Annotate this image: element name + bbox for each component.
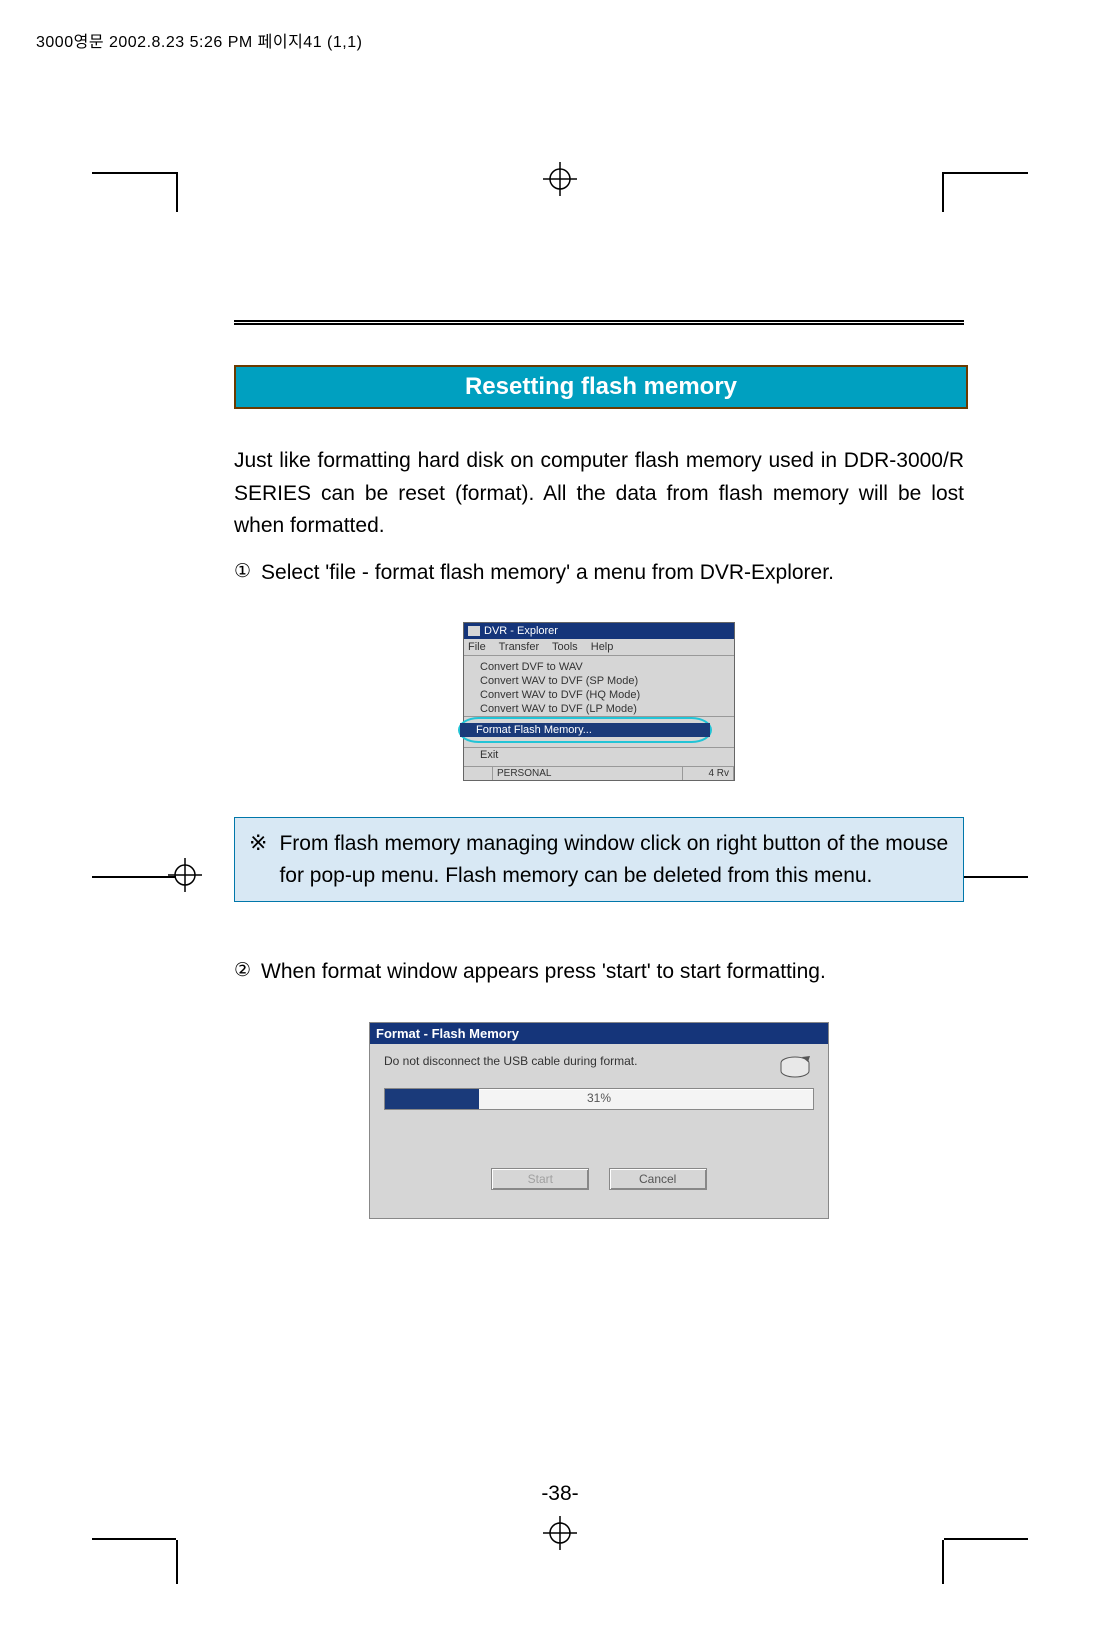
crop-mark bbox=[942, 1540, 944, 1584]
progress-percent: 31% bbox=[385, 1091, 813, 1105]
dialog-title: Format - Flash Memory bbox=[370, 1023, 828, 1044]
dialog-message: Do not disconnect the USB cable during f… bbox=[384, 1054, 814, 1068]
menu-help: Help bbox=[591, 641, 614, 653]
crop-mark bbox=[944, 172, 1028, 174]
cancel-button: Cancel bbox=[609, 1168, 707, 1190]
step-number-icon: ① bbox=[234, 557, 251, 589]
screenshot-format-dialog: Format - Flash Memory Do not disconnect … bbox=[369, 1022, 829, 1219]
crop-mark bbox=[92, 876, 176, 878]
page-content: Resetting flash memory Just like formatt… bbox=[234, 320, 964, 1219]
page-number: -38- bbox=[0, 1482, 1120, 1506]
dropdown-menu: Convert DVF to WAV Convert WAV to DVF (S… bbox=[464, 656, 734, 766]
horizontal-rule bbox=[234, 320, 964, 325]
crop-mark bbox=[92, 172, 176, 174]
crop-mark bbox=[944, 1538, 1028, 1540]
step-number-icon: ② bbox=[234, 956, 251, 988]
menu-item-format-flash: Format Flash Memory... bbox=[460, 723, 710, 737]
menu-transfer: Transfer bbox=[499, 641, 540, 653]
registration-mark-icon bbox=[168, 858, 202, 892]
highlight-oval: Format Flash Memory... bbox=[458, 717, 712, 743]
start-button: Start bbox=[491, 1168, 589, 1190]
disk-icon bbox=[778, 1055, 812, 1081]
note-box: ※ From flash memory managing window clic… bbox=[234, 817, 964, 902]
section-title: Resetting flash memory bbox=[465, 373, 737, 400]
crop-mark bbox=[176, 1540, 178, 1584]
document-page: 3000영문 2002.8.23 5:26 PM 페이지41 (1,1) Res… bbox=[0, 0, 1120, 1626]
step-text: When format window appears press 'start'… bbox=[261, 956, 826, 988]
menu-tools: Tools bbox=[552, 641, 578, 653]
step-text: Select 'file - format flash memory' a me… bbox=[261, 557, 834, 589]
window-title: DVR - Explorer bbox=[464, 623, 734, 639]
step-1: ① Select 'file - format flash memory' a … bbox=[234, 557, 964, 589]
registration-mark-icon bbox=[543, 1516, 577, 1550]
screenshot-dvr-explorer: DVR - Explorer File Transfer Tools Help … bbox=[463, 622, 735, 781]
note-symbol-icon: ※ bbox=[249, 828, 267, 891]
registration-mark-icon bbox=[543, 162, 577, 196]
crop-mark bbox=[176, 172, 178, 212]
status-bar: PERSONAL 4 Rv bbox=[464, 766, 734, 780]
print-job-header: 3000영문 2002.8.23 5:26 PM 페이지41 (1,1) bbox=[36, 28, 362, 52]
menu-item: Convert DVF to WAV bbox=[464, 660, 734, 674]
note-text: From flash memory managing window click … bbox=[279, 828, 949, 891]
menu-item: Convert WAV to DVF (SP Mode) bbox=[464, 674, 734, 688]
menu-item-exit: Exit bbox=[464, 747, 734, 762]
section-title-band: Resetting flash memory bbox=[234, 365, 968, 409]
crop-mark bbox=[942, 172, 944, 212]
intro-paragraph: Just like formatting hard disk on comput… bbox=[234, 445, 964, 543]
progress-bar: 31% bbox=[384, 1088, 814, 1110]
menu-item: Convert WAV to DVF (HQ Mode) bbox=[464, 688, 734, 702]
menu-file: File bbox=[468, 641, 486, 653]
status-text: PERSONAL bbox=[493, 767, 683, 780]
step-2: ② When format window appears press 'star… bbox=[234, 956, 964, 988]
crop-mark bbox=[92, 1538, 176, 1540]
status-text: 4 Rv bbox=[683, 767, 734, 780]
menubar: File Transfer Tools Help bbox=[464, 639, 734, 656]
menu-item: Convert WAV to DVF (LP Mode) bbox=[464, 702, 734, 717]
